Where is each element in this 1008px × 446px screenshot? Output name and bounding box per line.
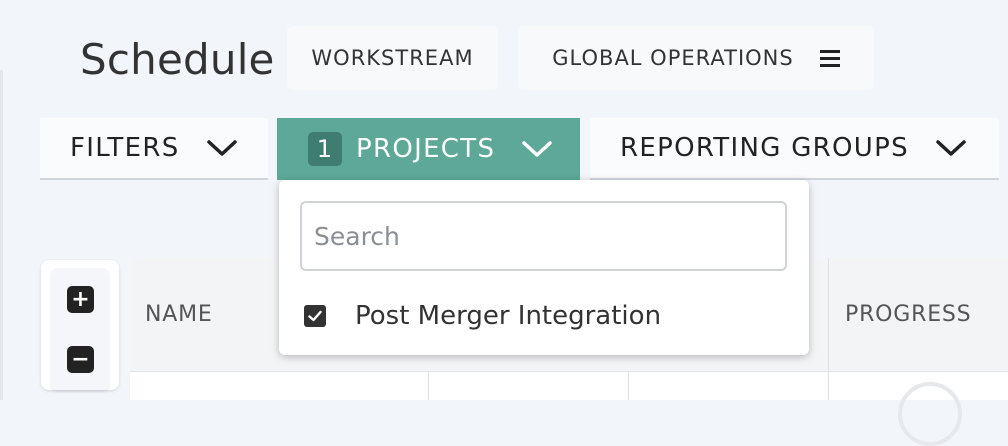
chevron-down-icon [522, 141, 552, 157]
projects-label: PROJECTS [356, 134, 496, 164]
chevron-down-icon [206, 140, 237, 156]
left-panel-edge [0, 70, 3, 400]
global-operations-button[interactable]: GLOBAL OPERATIONS [518, 26, 874, 90]
workstream-label: WORKSTREAM [311, 46, 474, 70]
global-operations-label: GLOBAL OPERATIONS [552, 46, 794, 70]
workstream-button[interactable]: WORKSTREAM [287, 26, 498, 90]
reporting-groups-label: REPORTING GROUPS [620, 133, 909, 163]
column-divider [828, 258, 829, 400]
search-input[interactable] [300, 201, 787, 271]
projects-count-badge: 1 [308, 132, 342, 166]
project-option-label: Post Merger Integration [355, 301, 662, 331]
zoom-controls-inner: + − [51, 268, 109, 390]
projects-tab[interactable]: 1 PROJECTS [277, 118, 580, 180]
minus-icon: − [71, 346, 90, 372]
zoom-controls: + − [41, 260, 119, 390]
hamburger-menu-icon [819, 49, 840, 67]
progress-ring [898, 382, 962, 446]
zoom-in-button[interactable]: + [67, 286, 94, 313]
filters-label: FILTERS [70, 133, 180, 163]
chevron-down-icon [936, 140, 966, 156]
column-divider [428, 371, 429, 400]
checkbox[interactable] [304, 305, 326, 327]
project-option-post-merger-integration[interactable]: Post Merger Integration [304, 294, 661, 338]
column-header-progress[interactable]: PROGRESS [845, 302, 971, 327]
plus-icon: + [71, 286, 90, 312]
filters-tab[interactable]: FILTERS [40, 118, 268, 180]
page-title: Schedule [80, 35, 275, 84]
checkmark-icon [308, 310, 322, 322]
column-divider [628, 371, 629, 400]
projects-dropdown: Post Merger Integration [279, 180, 809, 355]
zoom-out-button[interactable]: − [67, 346, 94, 373]
reporting-groups-tab[interactable]: REPORTING GROUPS [590, 118, 999, 180]
column-header-name[interactable]: NAME [145, 302, 213, 327]
